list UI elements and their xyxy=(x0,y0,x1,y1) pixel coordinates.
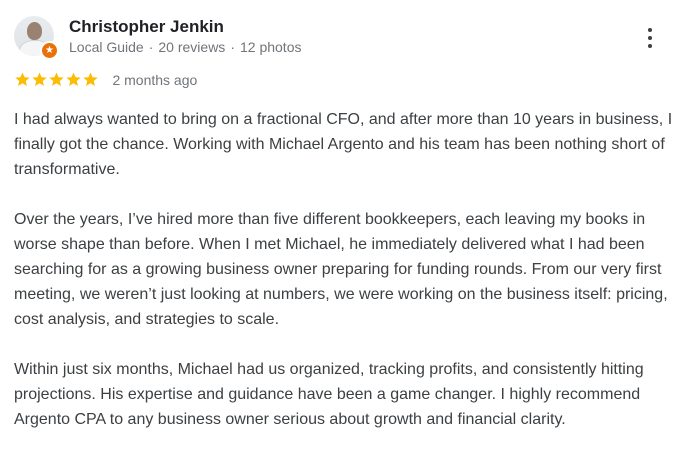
avatar-head xyxy=(27,22,42,40)
more-options-button[interactable] xyxy=(636,24,664,52)
review-card: ★ Christopher Jenkin Local Guide · 20 revi… xyxy=(0,0,695,460)
local-guide-label: Local Guide xyxy=(69,39,144,55)
more-vertical-icon xyxy=(648,28,652,32)
review-text: I had always wanted to bring on a fracti… xyxy=(14,107,680,457)
star-icon xyxy=(49,72,64,87)
more-vertical-icon xyxy=(648,44,652,48)
more-vertical-icon xyxy=(648,36,652,40)
reviewer-name[interactable]: Christopher Jenkin xyxy=(69,17,224,37)
reviewer-meta: Local Guide · 20 reviews · 12 photos xyxy=(69,39,301,55)
review-count: 20 reviews xyxy=(158,39,226,55)
star-icon xyxy=(83,72,98,87)
meta-separator: · xyxy=(230,39,235,55)
reviewer-avatar[interactable]: ★ xyxy=(14,16,59,60)
photo-count: 12 photos xyxy=(239,39,302,55)
review-paragraph: Within just six months, Michael had us o… xyxy=(14,361,644,428)
star-rating xyxy=(14,71,99,89)
star-icon xyxy=(66,72,81,87)
review-paragraph: Over the years, I’ve hired more than fiv… xyxy=(14,211,668,328)
review-paragraph: I had always wanted to bring on a fracti… xyxy=(14,111,673,178)
local-guide-badge-icon: ★ xyxy=(40,41,59,60)
review-date: 2 months ago xyxy=(112,72,198,88)
rating-row: 2 months ago xyxy=(14,71,197,91)
star-icon xyxy=(32,72,47,87)
meta-separator: · xyxy=(148,39,154,55)
star-icon xyxy=(15,72,30,87)
